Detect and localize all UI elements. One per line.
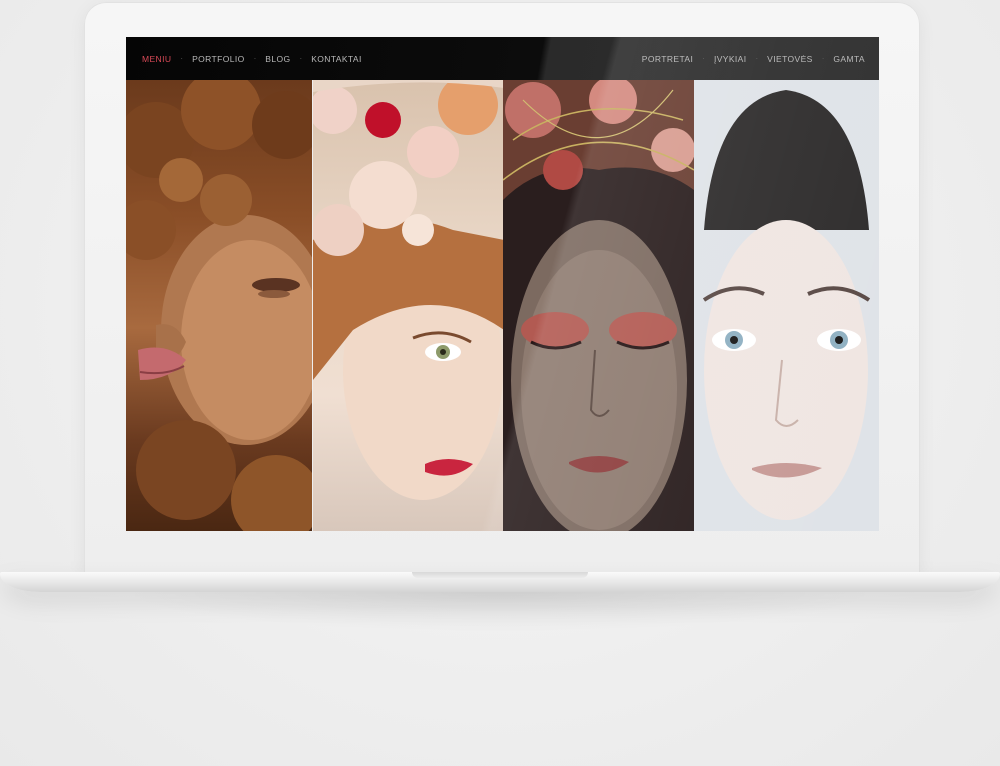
clean-face-portrait-image <box>694 80 879 531</box>
laptop-screen: MENIU · PORTFOLIO · BLOG · KONTAKTAI POR… <box>126 37 879 531</box>
nav-item-portretai[interactable]: PORTRETAI <box>642 54 693 64</box>
gallery-panel-clean-face[interactable] <box>694 80 879 531</box>
laptop-shadow <box>120 592 880 632</box>
nav-separator: · <box>253 54 257 63</box>
laptop-base <box>0 572 1000 592</box>
nav-item-vietoves[interactable]: VIETOVĖS <box>767 54 813 64</box>
nav-separator: · <box>299 54 303 63</box>
gallery-panel-dark-makeup[interactable] <box>503 80 694 531</box>
nav-item-kontaktai[interactable]: KONTAKTAI <box>311 54 362 64</box>
laptop-notch <box>412 572 588 578</box>
top-navbar: MENIU · PORTFOLIO · BLOG · KONTAKTAI POR… <box>126 37 879 80</box>
nav-separator: · <box>821 54 825 63</box>
nav-right: PORTRETAI · ĮVYKIAI · VIETOVĖS · GAMTA <box>642 54 865 64</box>
nav-item-ivykiai[interactable]: ĮVYKIAI <box>714 54 747 64</box>
nav-item-blog[interactable]: BLOG <box>265 54 290 64</box>
portrait-gallery <box>126 80 879 531</box>
flower-crown-portrait-image <box>313 80 503 500</box>
background: MENIU · PORTFOLIO · BLOG · KONTAKTAI POR… <box>0 0 1000 766</box>
nav-item-meniu[interactable]: MENIU <box>142 54 171 64</box>
nav-separator: · <box>755 54 759 63</box>
nav-left: MENIU · PORTFOLIO · BLOG · KONTAKTAI <box>142 54 362 64</box>
gallery-panel-flower-crown[interactable] <box>312 80 503 531</box>
nav-separator: · <box>702 54 705 63</box>
curly-hair-portrait-image <box>126 80 312 531</box>
gallery-panel-curly-hair[interactable] <box>126 80 312 531</box>
nav-separator: · <box>180 54 184 63</box>
nav-item-portfolio[interactable]: PORTFOLIO <box>192 54 245 64</box>
dark-makeup-portrait-image <box>503 80 694 531</box>
nav-item-gamta[interactable]: GAMTA <box>833 54 865 64</box>
